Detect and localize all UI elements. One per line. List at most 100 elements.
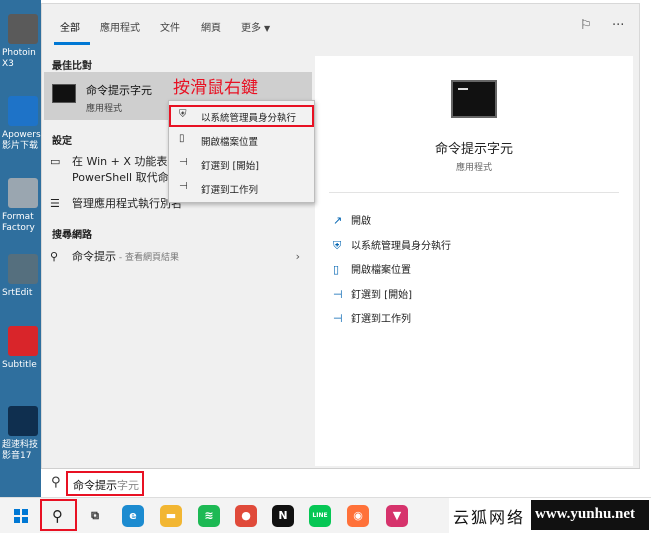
shield-icon: ⛨ <box>179 109 187 120</box>
command-prompt-icon <box>52 84 76 103</box>
action-label: 以系統管理員身分執行 <box>351 241 451 252</box>
search-icon: ⚲ <box>50 250 59 263</box>
preview-pane: 命令提示字元 應用程式 ↗ 開啟 ⛨ 以系統管理員身分執行 ▯ 開啟檔案位置 ⊣ 釘選到… <box>315 56 633 466</box>
best-match-type: 應用程式 <box>86 104 123 114</box>
ellipsis-icon[interactable]: ··· <box>612 18 624 33</box>
action-open[interactable]: ↗ 開啟 <box>333 212 371 227</box>
active-tab-indicator <box>54 42 90 45</box>
srtedit-icon <box>8 254 38 284</box>
desktop-shortcut[interactable]: Apowers 影片下载 <box>0 90 41 170</box>
divider <box>329 192 619 193</box>
netflix-icon[interactable]: N <box>272 505 294 527</box>
feedback-icon[interactable]: ⚐ <box>580 18 592 33</box>
desktop-shortcut-label: Photoin X3 <box>2 48 36 69</box>
search-icon: ⚲ <box>52 507 63 525</box>
menu-item-label: 開啟檔案位置 <box>201 137 259 148</box>
command-prompt-large-icon <box>451 80 497 118</box>
action-label: 開啟檔案位置 <box>351 265 411 276</box>
menu-item-label: 釘選到 [開始] <box>201 161 259 172</box>
tab-more[interactable]: 更多 ▼ <box>241 19 270 34</box>
desktop-shortcut[interactable]: Subtitle <box>0 320 41 400</box>
watermark-url: www.yunhu.net <box>531 500 649 530</box>
pin-icon: ⊣ <box>333 288 343 301</box>
tab-all[interactable]: 全部 <box>60 19 80 34</box>
desktop-shortcut[interactable]: Format Factory <box>0 172 41 252</box>
monitor-icon: ▭ <box>50 155 61 168</box>
preview-title: 命令提示字元 <box>434 142 513 157</box>
action-pin-to-taskbar[interactable]: ⊣ 釘選到工作列 <box>333 310 411 325</box>
windows-start-icon[interactable] <box>12 503 38 529</box>
web-search-heading: 搜尋網路 <box>52 230 92 241</box>
line-icon[interactable]: LINE <box>309 505 331 527</box>
settings-heading: 設定 <box>52 136 72 147</box>
pin-icon: ⊣ <box>179 181 188 192</box>
action-open-file-location[interactable]: ▯ 開啟檔案位置 <box>333 261 411 276</box>
search-panel: 全部 應用程式 文件 網頁 更多 ▼ ⚐ ··· 最佳比對 命令提示字元 應用程式… <box>41 3 640 497</box>
open-icon: ↗ <box>333 214 343 227</box>
desktop-shortcut[interactable]: SrtEdit <box>0 248 41 328</box>
setting-label: 管理應用程式執行別名 <box>72 197 182 210</box>
watermark-text: 云狐网络 <box>453 508 526 527</box>
search-input[interactable]: 命令提示字元 <box>66 471 144 496</box>
tab-web[interactable]: 網頁 <box>201 19 221 34</box>
search-bar: ⚲ 命令提示字元 <box>41 468 640 497</box>
action-label: 釘選到工作列 <box>351 314 411 325</box>
web-result-item[interactable]: ⚲ 命令提示 - 查看網頁結果 › <box>50 249 312 267</box>
shield-icon: ⛨ <box>333 239 342 252</box>
best-match-name: 命令提示字元 <box>86 84 152 97</box>
preview-type: 應用程式 <box>455 163 492 173</box>
spotify-icon[interactable]: ≋ <box>198 505 220 527</box>
desktop-shortcut[interactable]: Photoin X3 <box>0 8 41 88</box>
desktop-shortcut-label: Apowers 影片下载 <box>2 130 41 151</box>
chevron-right-icon[interactable]: › <box>296 249 300 265</box>
list-icon: ☰ <box>50 197 60 210</box>
pin-icon: ⊣ <box>333 312 343 325</box>
desktop-shortcut-label: Format Factory <box>2 212 35 233</box>
pin-icon: ⊣ <box>179 157 188 168</box>
right-click-annotation: 按滑鼠右鍵 <box>173 78 258 98</box>
search-suggestion: 字元 <box>117 479 139 492</box>
desktop-shortcut-label: Subtitle <box>2 360 37 370</box>
folder-file-icon: ▯ <box>333 263 340 276</box>
apowersoft-icon <box>8 96 38 126</box>
vpn-icon[interactable]: ▼ <box>386 505 408 527</box>
setting-line-2: PowerShell 取代命令 <box>72 171 180 184</box>
context-menu: ⛨ 以系統管理員身分執行 ▯ 開啟檔案位置 ⊣ 釘選到 [開始] ⊣ 釘選到工作… <box>168 100 315 203</box>
desktop-background: Photoin X3 Apowers 影片下载 Format Factory SrtEdit… <box>0 0 41 497</box>
web-result-label: 命令提示 - 查看網頁結果 <box>72 249 179 266</box>
tab-apps[interactable]: 應用程式 <box>100 19 140 34</box>
chrome-icon[interactable]: ● <box>235 505 257 527</box>
menu-item-open-file-location[interactable]: ▯ 開啟檔案位置 <box>169 129 314 151</box>
menu-item-pin-to-start[interactable]: ⊣ 釘選到 [開始] <box>169 153 314 175</box>
menu-item-run-as-admin[interactable]: ⛨ 以系統管理員身分執行 <box>169 105 314 127</box>
search-icon: ⚲ <box>51 475 61 490</box>
action-run-as-admin[interactable]: ⛨ 以系統管理員身分執行 <box>333 237 451 253</box>
folder-file-icon: ▯ <box>179 133 185 144</box>
edge-icon[interactable]: e <box>122 505 144 527</box>
best-match-heading: 最佳比對 <box>52 61 92 72</box>
menu-item-label: 以系統管理員身分執行 <box>201 113 297 124</box>
chevron-down-icon: ▼ <box>264 24 271 33</box>
taskbar: ⚲ 云狐网络 www.yunhu.net ⧉ e ▬ ≋ ● N LINE ◉ ▼ <box>0 497 651 533</box>
format-factory-icon <box>8 178 38 208</box>
desktop-shortcut-label: 超速科技 影音17 <box>2 440 39 461</box>
desktop-shortcut-label: SrtEdit <box>2 288 33 298</box>
action-label: 釘選到 [開始] <box>351 290 412 301</box>
tab-documents[interactable]: 文件 <box>160 19 180 34</box>
desktop-shortcut[interactable]: 超速科技 影音17 <box>0 400 41 480</box>
action-label: 開啟 <box>351 216 371 227</box>
tab-more-label: 更多 <box>241 23 261 34</box>
search-typed-text: 命令提示 <box>73 479 117 492</box>
action-pin-to-start[interactable]: ⊣ 釘選到 [開始] <box>333 286 412 301</box>
taskbar-search-button[interactable]: ⚲ <box>40 499 77 531</box>
menu-item-pin-to-taskbar[interactable]: ⊣ 釘選到工作列 <box>169 177 314 199</box>
file-explorer-icon[interactable]: ▬ <box>160 505 182 527</box>
subtitle-edit-icon <box>8 326 38 356</box>
firefox-icon[interactable]: ◉ <box>347 505 369 527</box>
menu-item-label: 釘選到工作列 <box>201 185 259 196</box>
video-app-icon <box>8 406 38 436</box>
search-text: 命令提示字元 <box>73 477 139 493</box>
watermark: 云狐网络 www.yunhu.net <box>449 498 651 533</box>
photo-app-icon <box>8 14 38 44</box>
task-view-icon[interactable]: ⧉ <box>84 505 106 527</box>
